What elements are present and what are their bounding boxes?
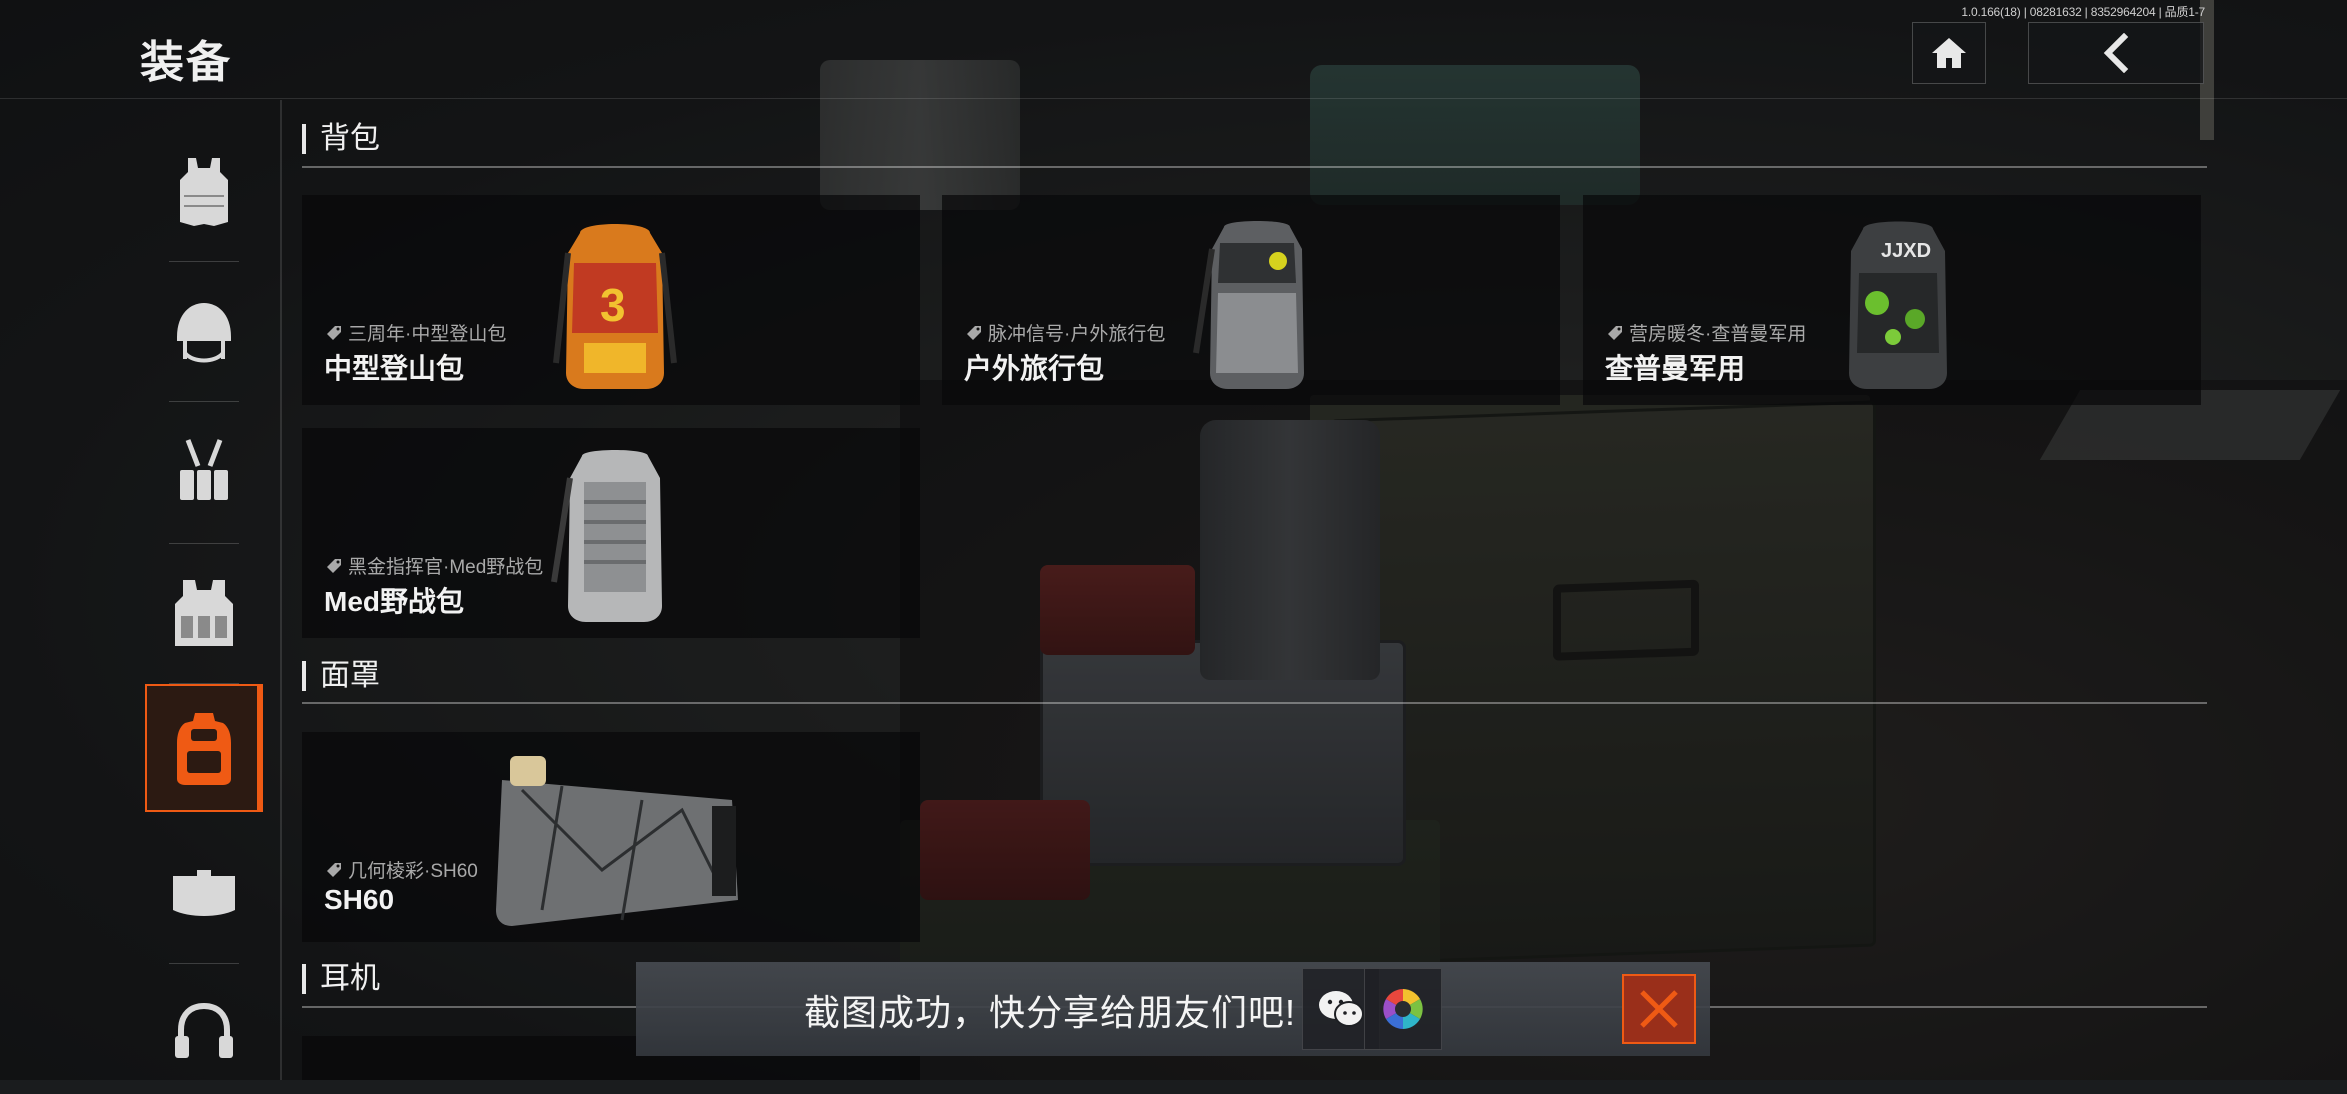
tag-icon xyxy=(327,862,341,877)
backpack-icon xyxy=(177,713,231,785)
armor-vest-icon xyxy=(180,158,228,226)
nav-item-plate-carrier[interactable] xyxy=(145,550,263,684)
item-card-backpack[interactable]: JJXD 营房暖冬·查普曼军用 查普曼军用 xyxy=(1583,195,2201,405)
home-icon xyxy=(1932,38,1966,68)
section-divider-mask xyxy=(302,702,2207,704)
item-name: 中型登山包 xyxy=(324,353,465,384)
item-name: SH60 xyxy=(324,884,395,915)
item-tag-label: 黑金指挥官·Med野战包 xyxy=(348,557,544,578)
nav-item-backpack[interactable] xyxy=(145,684,263,812)
harness-icon xyxy=(180,439,228,500)
header-divider xyxy=(0,98,2347,99)
tag-icon xyxy=(327,558,341,573)
headset-icon xyxy=(175,1002,233,1058)
tag-icon xyxy=(1608,325,1622,340)
share-moments-button[interactable] xyxy=(1364,968,1442,1050)
screenshot-toast: 截图成功，快分享给朋友们吧! xyxy=(636,962,1710,1056)
close-toast-button[interactable] xyxy=(1622,974,1696,1044)
close-icon xyxy=(1640,990,1678,1028)
item-name: Med野战包 xyxy=(324,586,465,617)
moments-icon xyxy=(1383,989,1423,1029)
item-tag-label: 脉冲信号·户外旅行包 xyxy=(988,324,1166,345)
backpack-white-image xyxy=(551,450,662,622)
svg-text:JJXD: JJXD xyxy=(1881,240,1931,262)
backpack-grey-image xyxy=(1193,221,1304,389)
page-title: 装备 xyxy=(140,38,232,87)
item-tag-label: 几何棱彩·SH60 xyxy=(348,861,478,882)
item-card-backpack[interactable]: 脉冲信号·户外旅行包 户外旅行包 xyxy=(942,195,1560,405)
section-title-headset: 耳机 xyxy=(302,964,380,994)
backpack-camo-image: JJXD xyxy=(1849,221,1947,389)
toast-message: 截图成功，快分享给朋友们吧! xyxy=(804,992,1297,1033)
mask-sh60-image xyxy=(496,756,738,926)
item-tag: 三周年·中型登山包 xyxy=(326,319,506,346)
svg-text:3: 3 xyxy=(600,279,626,331)
item-tag: 营房暖冬·查普曼军用 xyxy=(1607,319,1806,346)
nav-divider xyxy=(280,100,282,1080)
item-tag: 黑金指挥官·Med野战包 xyxy=(326,552,543,579)
nav-item-harness[interactable] xyxy=(145,410,263,544)
tag-icon xyxy=(327,325,341,340)
back-button[interactable] xyxy=(2028,22,2204,84)
section-divider-backpack xyxy=(302,166,2207,168)
section-title-backpack: 背包 xyxy=(302,124,380,154)
tag-icon xyxy=(967,325,981,340)
helmet-icon xyxy=(177,303,231,363)
chevron-left-icon xyxy=(2103,33,2129,73)
nav-item-armor-vest[interactable] xyxy=(145,128,263,262)
nav-item-helmet[interactable] xyxy=(145,268,263,402)
item-card-backpack[interactable]: 黑金指挥官·Med野战包 Med野战包 xyxy=(302,428,920,638)
nav-item-headset[interactable] xyxy=(145,966,263,1094)
item-name: 查普曼军用 xyxy=(1605,353,1746,384)
nav-item-mask[interactable] xyxy=(145,830,263,964)
item-card-mask[interactable]: 几何棱彩·SH60 SH60 xyxy=(302,732,920,942)
mask-icon xyxy=(173,870,235,916)
item-tag: 脉冲信号·户外旅行包 xyxy=(966,319,1165,346)
backpack-yellow-image: 3 xyxy=(553,224,677,389)
item-card-backpack[interactable]: 3 三周年·中型登山包 中型登山包 xyxy=(302,195,920,405)
item-tag: 几何棱彩·SH60 xyxy=(326,856,478,883)
item-name: 户外旅行包 xyxy=(964,353,1105,384)
item-tag-label: 营房暖冬·查普曼军用 xyxy=(1629,324,1807,345)
section-title-mask: 面罩 xyxy=(302,661,380,691)
plate-carrier-icon xyxy=(175,580,233,646)
item-tag-label: 三周年·中型登山包 xyxy=(348,324,507,345)
home-button[interactable] xyxy=(1912,22,1986,84)
wechat-icon xyxy=(1319,991,1364,1027)
version-info: 1.0.166(18) | 08281632 | 8352964204 | 品质… xyxy=(1961,5,2205,19)
